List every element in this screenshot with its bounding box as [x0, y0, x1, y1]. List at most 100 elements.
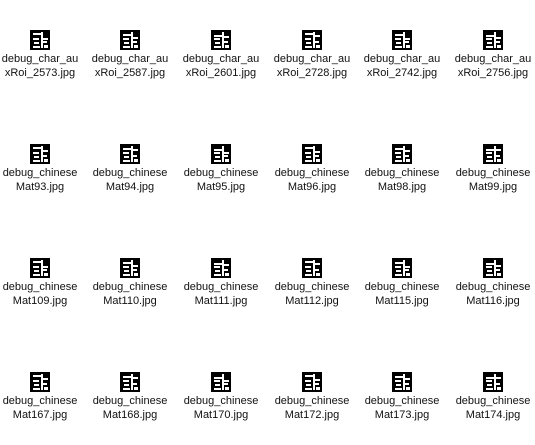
image-thumbnail [302, 372, 322, 392]
file-name-line-2: Mat94.jpg [105, 181, 155, 193]
file-item[interactable]: debug_char_au xRoi_2601.jpg [177, 30, 265, 102]
image-thumbnail [120, 144, 140, 164]
character-glyph-icon [214, 32, 229, 48]
file-name-label: debug_char_au xRoi_2756.jpg [449, 52, 535, 80]
file-name-line-2: Mat116.jpg [466, 295, 520, 307]
character-glyph-icon [305, 146, 320, 162]
file-item[interactable]: debug_char_au xRoi_2587.jpg [86, 30, 174, 102]
file-item[interactable]: debug_chinese Mat173.jpg [358, 372, 446, 444]
file-name-label: debug_chinese Mat167.jpg [0, 394, 84, 422]
file-name-line-1: debug_chinese [455, 395, 531, 407]
file-item[interactable]: debug_chinese Mat94.jpg [86, 144, 174, 216]
file-name-label: debug_chinese Mat95.jpg [177, 166, 265, 194]
character-glyph-icon [33, 374, 48, 390]
file-item[interactable]: debug_chinese Mat115.jpg [358, 258, 446, 330]
file-item[interactable]: debug_chinese Mat112.jpg [268, 258, 356, 330]
file-name-line-2: Mat167.jpg [12, 409, 68, 421]
file-name-label: debug_chinese Mat109.jpg [0, 280, 84, 308]
file-item[interactable]: debug_chinese Mat110.jpg [86, 258, 174, 330]
file-name-label: debug_chinese Mat111.jpg [177, 280, 265, 308]
file-name-line-2: Mat93.jpg [15, 181, 65, 193]
image-thumbnail [211, 258, 231, 278]
image-thumbnail [30, 372, 50, 392]
file-name-line-1: debug_chinese [2, 167, 78, 179]
file-item[interactable]: debug_chinese Mat98.jpg [358, 144, 446, 216]
file-name-line-1: debug_chinese [364, 395, 440, 407]
image-thumbnail [211, 144, 231, 164]
file-item[interactable]: debug_chinese Mat93.jpg [0, 144, 84, 216]
file-item[interactable]: debug_char_au xRoi_2728.jpg [268, 30, 356, 102]
file-name-line-1: debug_chinese [2, 395, 78, 407]
file-name-line-1: debug_char_au [454, 53, 532, 65]
character-glyph-icon [123, 32, 138, 48]
character-glyph-icon [33, 260, 48, 276]
character-glyph-icon [305, 260, 320, 276]
character-glyph-icon [305, 374, 320, 390]
file-name-line-2: Mat96.jpg [287, 181, 337, 193]
file-name-line-1: debug_chinese [183, 395, 259, 407]
file-name-label: debug_char_au xRoi_2601.jpg [177, 52, 265, 80]
image-thumbnail [392, 258, 412, 278]
file-name-label: debug_chinese Mat174.jpg [449, 394, 535, 422]
file-item[interactable]: debug_chinese Mat174.jpg [449, 372, 535, 444]
image-thumbnail [392, 30, 412, 50]
image-thumbnail [211, 30, 231, 50]
image-thumbnail [302, 258, 322, 278]
file-name-line-2: xRoi_2587.jpg [94, 67, 166, 79]
image-thumbnail [483, 372, 503, 392]
file-name-line-1: debug_chinese [92, 395, 168, 407]
image-thumbnail [483, 258, 503, 278]
file-item[interactable]: debug_chinese Mat172.jpg [268, 372, 356, 444]
file-name-line-2: xRoi_2601.jpg [185, 67, 257, 79]
file-name-line-1: debug_chinese [364, 167, 440, 179]
file-name-label: debug_chinese Mat98.jpg [358, 166, 446, 194]
file-grid: debug_char_au xRoi_2573.jpg debug_char_au x… [0, 0, 535, 445]
file-name-line-2: Mat110.jpg [103, 295, 157, 307]
file-name-label: debug_char_au xRoi_2587.jpg [86, 52, 174, 80]
file-name-label: debug_chinese Mat170.jpg [177, 394, 265, 422]
character-glyph-icon [486, 260, 501, 276]
file-name-line-1: debug_chinese [183, 281, 259, 293]
image-thumbnail [392, 144, 412, 164]
file-name-line-1: debug_char_au [91, 53, 169, 65]
character-glyph-icon [486, 374, 501, 390]
character-glyph-icon [395, 260, 410, 276]
character-glyph-icon [123, 146, 138, 162]
file-item[interactable]: debug_chinese Mat99.jpg [449, 144, 535, 216]
character-glyph-icon [305, 32, 320, 48]
character-glyph-icon [33, 146, 48, 162]
file-name-label: debug_chinese Mat173.jpg [358, 394, 446, 422]
file-item[interactable]: debug_chinese Mat116.jpg [449, 258, 535, 330]
character-glyph-icon [214, 146, 229, 162]
file-item[interactable]: debug_chinese Mat96.jpg [268, 144, 356, 216]
file-name-line-2: xRoi_2756.jpg [457, 67, 529, 79]
character-glyph-icon [486, 32, 501, 48]
file-name-label: debug_chinese Mat115.jpg [358, 280, 446, 308]
file-name-line-2: Mat112.jpg [285, 295, 339, 307]
character-glyph-icon [395, 32, 410, 48]
file-name-line-1: debug_chinese [92, 281, 168, 293]
character-glyph-icon [395, 374, 410, 390]
file-item[interactable]: debug_char_au xRoi_2756.jpg [449, 30, 535, 102]
file-name-line-1: debug_chinese [274, 167, 350, 179]
character-glyph-icon [214, 260, 229, 276]
file-item[interactable]: debug_chinese Mat95.jpg [177, 144, 265, 216]
file-name-label: debug_chinese Mat93.jpg [0, 166, 84, 194]
file-name-label: debug_chinese Mat99.jpg [449, 166, 535, 194]
file-item[interactable]: debug_char_au xRoi_2573.jpg [0, 30, 84, 102]
file-name-label: debug_chinese Mat110.jpg [86, 280, 174, 308]
file-name-line-1: debug_char_au [363, 53, 441, 65]
file-item[interactable]: debug_char_au xRoi_2742.jpg [358, 30, 446, 102]
file-item[interactable]: debug_chinese Mat167.jpg [0, 372, 84, 444]
character-glyph-icon [214, 374, 229, 390]
file-name-line-1: debug_chinese [2, 281, 78, 293]
file-item[interactable]: debug_chinese Mat170.jpg [177, 372, 265, 444]
file-item[interactable]: debug_chinese Mat111.jpg [177, 258, 265, 330]
image-thumbnail [302, 30, 322, 50]
file-name-line-2: Mat173.jpg [374, 409, 430, 421]
file-item[interactable]: debug_chinese Mat109.jpg [0, 258, 84, 330]
character-glyph-icon [395, 146, 410, 162]
file-item[interactable]: debug_chinese Mat168.jpg [86, 372, 174, 444]
file-name-line-1: debug_char_au [1, 53, 79, 65]
file-name-label: debug_chinese Mat172.jpg [268, 394, 356, 422]
